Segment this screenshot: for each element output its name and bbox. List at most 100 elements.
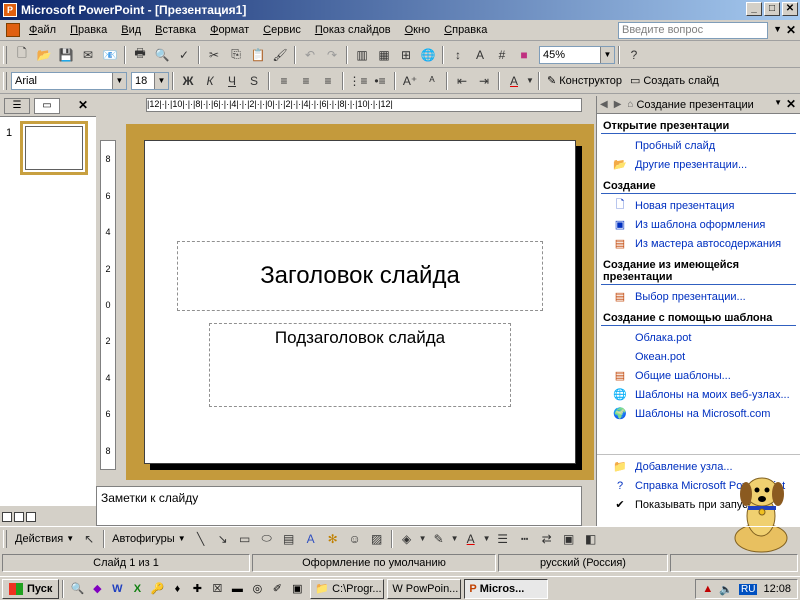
slideshow-view-icon[interactable] <box>26 512 36 522</box>
language-indicator[interactable]: RU <box>739 583 758 595</box>
link-sample-slide[interactable]: Пробный слайд <box>597 136 800 155</box>
format-painter-icon[interactable]: 🖌 <box>269 45 291 65</box>
textbox-icon[interactable]: ▤ <box>278 529 300 549</box>
save-icon[interactable]: 💾 <box>55 45 77 65</box>
quicklaunch-app8-icon[interactable]: ▣ <box>289 581 305 597</box>
task-explorer[interactable]: 📁 C:\Progr... <box>310 578 385 599</box>
tables-borders-icon[interactable]: ⊞ <box>395 45 417 65</box>
task-microsoft-powerpoint[interactable]: P Micros... <box>464 578 549 599</box>
align-left-icon[interactable]: ≡ <box>273 71 295 91</box>
notes-pane[interactable]: Заметки к слайду <box>96 486 582 526</box>
quicklaunch-app6-icon[interactable]: ◎ <box>249 581 265 597</box>
open-icon[interactable]: 📂 <box>33 45 55 65</box>
copy-icon[interactable]: ⎘ <box>225 45 247 65</box>
start-button[interactable]: Пуск <box>2 578 60 599</box>
chevron-down-icon[interactable]: ▼ <box>418 529 428 549</box>
font-color-icon[interactable]: A <box>503 71 525 91</box>
task-powerpoint-doc[interactable]: W PowPoin... <box>387 578 462 599</box>
chevron-down-icon[interactable]: ▼ <box>450 529 460 549</box>
clipart-icon[interactable]: ☺ <box>344 529 366 549</box>
minimize-button[interactable]: _ <box>746 2 762 16</box>
chevron-down-icon[interactable]: ▼ <box>112 72 126 89</box>
arrow-icon[interactable]: ↘ <box>212 529 234 549</box>
close-button[interactable]: ✕ <box>782 2 798 16</box>
link-from-design-template[interactable]: ▣ Из шаблона оформления <box>597 215 800 234</box>
quicklaunch-app-icon[interactable]: ◆ <box>89 581 105 597</box>
chevron-down-icon[interactable]: ▼ <box>600 46 614 63</box>
subtitle-placeholder[interactable]: Подзаголовок слайда <box>209 323 511 407</box>
outdent-icon[interactable]: ⇥ <box>473 71 495 91</box>
select-pointer-icon[interactable]: ↖ <box>78 529 100 549</box>
new-slide-button[interactable]: ▭ Создать слайд <box>626 71 723 91</box>
tray-app-icon[interactable]: ▲ <box>702 583 713 595</box>
link-other-presentations[interactable]: 📂 Другие презентации... <box>597 155 800 174</box>
chart-icon[interactable]: ▥ <box>351 45 373 65</box>
link-new-presentation[interactable]: 🗋 Новая презентация <box>597 196 800 215</box>
menu-edit[interactable]: Правка <box>63 20 114 40</box>
menu-file[interactable]: Файл <box>22 20 63 40</box>
menu-tools[interactable]: Сервис <box>256 20 308 40</box>
line-style-icon[interactable]: ☰ <box>492 529 514 549</box>
quicklaunch-app7-icon[interactable]: ✐ <box>269 581 285 597</box>
quicklaunch-app4-icon[interactable]: ☒ <box>209 581 225 597</box>
quicklaunch-app2-icon[interactable]: ♦ <box>169 581 185 597</box>
redo-icon[interactable]: ↷ <box>321 45 343 65</box>
volume-icon[interactable]: 🔈 <box>719 583 733 596</box>
line-icon[interactable]: ╲ <box>190 529 212 549</box>
slide-canvas[interactable]: Заголовок слайда Подзаголовок слайда <box>144 140 576 464</box>
home-icon[interactable]: ⌂ <box>627 99 633 110</box>
color-grayscale-icon[interactable]: ■ <box>513 45 535 65</box>
italic-button[interactable]: К <box>199 71 221 91</box>
indent-icon[interactable]: ⇤ <box>451 71 473 91</box>
numbering-icon[interactable]: ⋮≡ <box>347 71 369 91</box>
chevron-down-icon[interactable]: ▼ <box>154 72 168 89</box>
chevron-down-icon[interactable]: ▼ <box>482 529 492 549</box>
menu-slideshow[interactable]: Показ слайдов <box>308 20 398 40</box>
tab-outline[interactable]: ☰ <box>4 98 30 114</box>
chevron-down-icon[interactable]: ▼ <box>774 98 782 107</box>
menu-help[interactable]: Справка <box>437 20 494 40</box>
menu-window[interactable]: Окно <box>398 20 438 40</box>
ask-question-input[interactable]: Введите вопрос <box>618 22 768 39</box>
document-icon[interactable] <box>6 23 20 37</box>
zoom-combo[interactable]: 45% ▼ <box>539 45 615 64</box>
link-autocontent-wizard[interactable]: ▤ Из мастера автосодержания <box>597 234 800 253</box>
menu-insert[interactable]: Вставка <box>148 20 203 40</box>
close-pane-icon[interactable]: ✕ <box>78 98 88 112</box>
quicklaunch-app3-icon[interactable]: ✚ <box>189 581 205 597</box>
quicklaunch-excel-icon[interactable]: X <box>129 581 145 597</box>
spelling-icon[interactable]: ✓ <box>173 45 195 65</box>
maximize-button[interactable]: □ <box>764 2 780 16</box>
link-clouds-pot[interactable]: Облака.pot <box>597 328 800 347</box>
increase-font-icon[interactable]: A⁺ <box>399 71 421 91</box>
shadow-button[interactable]: S <box>243 71 265 91</box>
close-document-icon[interactable]: ✕ <box>786 23 796 37</box>
quicklaunch-search-icon[interactable]: 🔍 <box>69 581 85 597</box>
picture-icon[interactable]: ▨ <box>366 529 388 549</box>
undo-icon[interactable]: ↶ <box>299 45 321 65</box>
designer-button[interactable]: ✎ Конструктор <box>543 71 626 91</box>
toolbar-grip[interactable] <box>3 529 7 548</box>
forward-icon[interactable]: ▶ <box>614 99 622 110</box>
bullets-icon[interactable]: •≡ <box>369 71 391 91</box>
preview-icon[interactable]: 🔍 <box>151 45 173 65</box>
font-combo[interactable]: Arial ▼ <box>11 71 127 90</box>
oval-icon[interactable]: ⬭ <box>256 529 278 549</box>
font-size-combo[interactable]: 18 ▼ <box>131 71 169 90</box>
shadow-style-icon[interactable]: ▣ <box>558 529 580 549</box>
new-icon[interactable]: 🗋 <box>11 45 33 65</box>
menu-format[interactable]: Формат <box>203 20 256 40</box>
fill-color-icon[interactable]: ◈ <box>396 529 418 549</box>
table-icon[interactable]: ▦ <box>373 45 395 65</box>
link-general-templates[interactable]: ▤ Общие шаблоны... <box>597 366 800 385</box>
link-web-templates[interactable]: 🌐 Шаблоны на моих веб-узлах... <box>597 385 800 404</box>
autoshapes-menu[interactable]: Автофигуры ▼ <box>108 529 190 549</box>
underline-button[interactable]: Ч <box>221 71 243 91</box>
help-icon[interactable]: ? <box>623 45 645 65</box>
link-ocean-pot[interactable]: Океан.pot <box>597 347 800 366</box>
tab-slides[interactable]: ▭ <box>34 98 60 114</box>
back-icon[interactable]: ◀ <box>600 99 608 110</box>
diagram-icon[interactable]: ✻ <box>322 529 344 549</box>
quicklaunch-app5-icon[interactable]: ▬ <box>229 581 245 597</box>
toolbar-grip[interactable] <box>3 45 7 64</box>
